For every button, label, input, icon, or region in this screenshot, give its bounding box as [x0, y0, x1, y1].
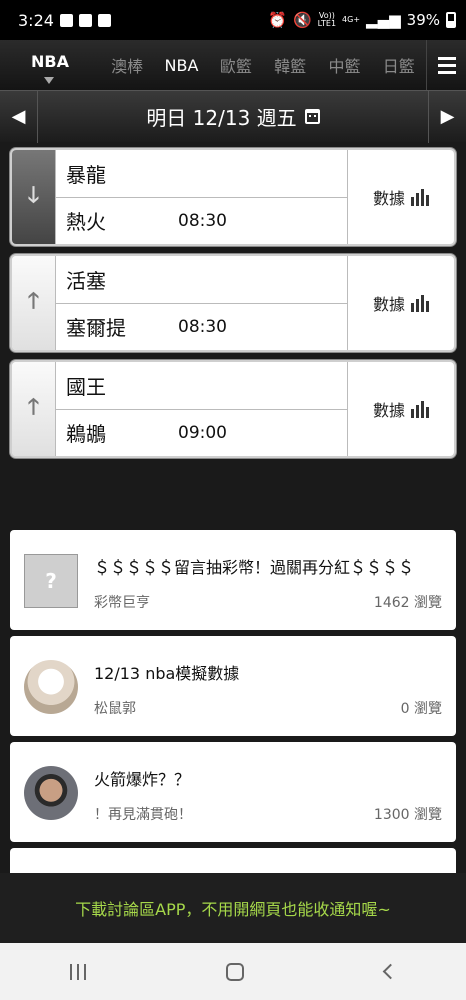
battery-icon [446, 12, 456, 28]
teams: 暴龍 熱火 08:30 [56, 150, 348, 244]
stats-label: 數據 [372, 295, 405, 314]
date-label: 明日 12/13 週五 [146, 106, 297, 130]
post-views: 0 瀏覽 [400, 701, 442, 717]
app-download-banner[interactable]: 下載討論區APP，不用開網頁也能收通知喔~ [0, 873, 466, 943]
stats-label: 數據 [372, 189, 405, 208]
signal-icon: ▂▄▆ [366, 11, 401, 29]
battery-level: 39% [406, 11, 440, 29]
mail-icon [78, 13, 92, 27]
tab-league[interactable]: 歐籃 [209, 53, 263, 77]
league-nav: NBA 澳棒 NBA 歐籃 韓籃 中籃 日籃 [0, 40, 466, 90]
game-time: 08:30 [178, 210, 227, 231]
bar-chart-icon [411, 294, 429, 312]
away-team: 暴龍 [66, 162, 106, 187]
recent-apps-button[interactable] [70, 963, 87, 980]
hamburger-icon-line [437, 70, 456, 74]
calendar-icon [304, 109, 320, 124]
stats-button[interactable]: 數據 [348, 256, 454, 350]
hamburger-icon-line [437, 63, 456, 67]
date-bar: ◀ 明日 12/13 週五 ▶ [0, 90, 466, 143]
collapse-toggle[interactable]: 🡓 [12, 150, 56, 244]
menu-button[interactable] [426, 40, 466, 90]
tab-league[interactable]: NBA [154, 56, 208, 75]
home-button[interactable] [226, 962, 245, 981]
tab-league[interactable]: 日籃 [372, 53, 426, 77]
stats-label: 數據 [372, 401, 405, 420]
away-team: 活塞 [66, 268, 106, 293]
next-date-button[interactable]: ▶ [428, 90, 466, 143]
avatar [24, 660, 78, 714]
teams: 活塞 塞爾提 08:30 [56, 256, 348, 350]
post-item[interactable]: 12/13 nba模擬數據 松鼠郭 0 瀏覽 [10, 636, 456, 736]
post-title: 火箭爆炸？？ [94, 770, 191, 789]
gallery-icon [59, 13, 73, 27]
arrow-down-icon: 🡓 [27, 183, 40, 208]
status-bar: 3:24 ⏰ 🔇 Vo)) LTE1 4G+ ▂▄▆ 39% [0, 0, 466, 40]
home-team: 熱火 [66, 210, 106, 235]
game-card[interactable]: 🡑 活塞 塞爾提 08:30 數據 [10, 254, 456, 352]
tab-league[interactable]: 韓籃 [263, 53, 317, 77]
system-nav-bar [0, 943, 466, 1000]
post-item[interactable]: 火箭爆炸？？ ！再見滿貫砲！ 1300 瀏覽 [10, 742, 456, 842]
active-league: NBA [31, 52, 69, 71]
expand-toggle[interactable]: 🡑 [12, 256, 56, 350]
banner-text: 下載討論區APP，不用開網頁也能收通知喔~ [75, 900, 391, 919]
away-team: 國王 [66, 374, 106, 399]
game-list: 🡓 暴龍 熱火 08:30 數據 🡑 活塞 塞爾提 08:30 數據 🡑 國王 鵜鶘… [10, 148, 456, 466]
post-views: 1462 瀏覽 [373, 595, 442, 611]
game-card[interactable]: 🡑 國王 鵜鶘 09:00 數據 [10, 360, 456, 458]
caret-down-icon [44, 77, 54, 84]
back-button[interactable] [382, 963, 399, 980]
avatar [24, 766, 78, 820]
tab-league[interactable]: 澳棒 [100, 53, 154, 77]
post-title: ＄＄＄＄＄留言抽彩幣！過關再分紅＄＄＄＄ [94, 558, 415, 577]
league-selector[interactable]: NBA [0, 40, 100, 90]
post-author: 彩幣巨亨 [94, 595, 150, 611]
home-team: 鵜鶘 [66, 422, 106, 447]
game-card[interactable]: 🡓 暴龍 熱火 08:30 數據 [10, 148, 456, 246]
date-selector[interactable]: 明日 12/13 週五 [38, 102, 428, 131]
post-author: ！再見滿貫砲！ [94, 807, 192, 823]
home-team: 塞爾提 [66, 316, 126, 341]
expand-toggle[interactable]: 🡑 [12, 362, 56, 456]
post-author: 松鼠郭 [94, 701, 136, 717]
placeholder-image-icon: ? [24, 554, 78, 608]
stats-button[interactable]: 數據 [348, 150, 454, 244]
game-time: 09:00 [178, 422, 227, 443]
league-tabs: 澳棒 NBA 歐籃 韓籃 中籃 日籃 [100, 40, 426, 90]
bar-chart-icon [411, 400, 429, 418]
mute-icon: 🔇 [292, 11, 312, 29]
teams: 國王 鵜鶘 09:00 [56, 362, 348, 456]
game-time: 08:30 [178, 316, 227, 337]
post-list: ? ＄＄＄＄＄留言抽彩幣！過關再分紅＄＄＄＄ 彩幣巨亨 1462 瀏覽 12/1… [10, 530, 456, 884]
post-views: 1300 瀏覽 [373, 807, 442, 823]
stats-button[interactable]: 數據 [348, 362, 454, 456]
arrow-up-icon: 🡑 [27, 395, 40, 420]
hamburger-icon-line [437, 56, 456, 60]
volte-indicator: Vo)) LTE1 [317, 11, 337, 28]
post-title: 12/13 nba模擬數據 [94, 664, 240, 683]
alarm-icon: ⏰ [268, 11, 287, 29]
arrow-up-icon: 🡑 [27, 289, 40, 314]
clock: 3:24 [18, 10, 54, 30]
prev-date-button[interactable]: ◀ [0, 90, 38, 143]
network-type: 4G+ [342, 15, 361, 24]
tab-league[interactable]: 中籃 [317, 53, 371, 77]
check-icon [97, 13, 111, 27]
post-item[interactable]: ? ＄＄＄＄＄留言抽彩幣！過關再分紅＄＄＄＄ 彩幣巨亨 1462 瀏覽 [10, 530, 456, 630]
bar-chart-icon [411, 188, 429, 206]
